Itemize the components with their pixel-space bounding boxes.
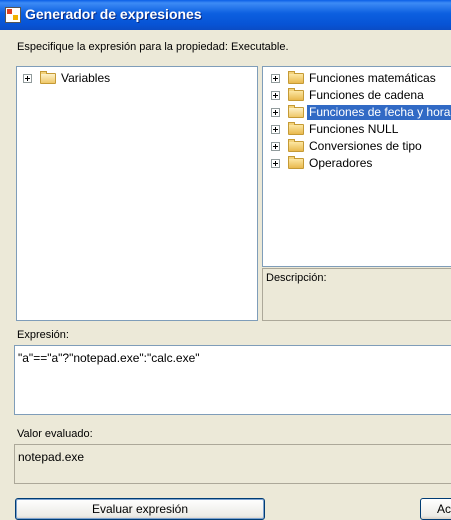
- tree-item-string-functions[interactable]: Funciones de cadena: [263, 87, 451, 103]
- tree-item-datetime-functions[interactable]: Funciones de fecha y hora: [263, 104, 451, 120]
- evaluate-expression-button[interactable]: Evaluar expresión: [15, 498, 265, 520]
- folder-icon: [288, 88, 304, 101]
- description-label: Descripción:: [266, 272, 327, 284]
- functions-tree[interactable]: Funciones matemáticas Funciones de caden…: [262, 66, 451, 267]
- evaluated-value: notepad.exe: [18, 450, 85, 464]
- tree-item-label: Funciones de cadena: [309, 88, 424, 102]
- expression-label: Expresión:: [17, 329, 69, 341]
- expand-icon[interactable]: [271, 74, 280, 83]
- tree-item-operators[interactable]: Operadores: [263, 155, 451, 171]
- tree-item-label: Funciones NULL: [309, 122, 399, 136]
- tree-item-type-casts[interactable]: Conversiones de tipo: [263, 138, 451, 154]
- expression-input[interactable]: "a"=="a"?"notepad.exe":"calc.exe": [14, 345, 451, 415]
- tree-item-null-functions[interactable]: Funciones NULL: [263, 121, 451, 137]
- evaluated-label: Valor evaluado:: [17, 428, 93, 440]
- expand-icon[interactable]: [271, 142, 280, 151]
- expand-icon[interactable]: [23, 74, 32, 83]
- tree-item-label: Conversiones de tipo: [309, 139, 422, 153]
- window-title: Generador de expresiones: [25, 6, 202, 22]
- expand-icon[interactable]: [271, 125, 280, 134]
- folder-icon: [288, 122, 304, 135]
- tree-item-label: Funciones de fecha y hora: [307, 105, 451, 120]
- expand-icon[interactable]: [271, 91, 280, 100]
- app-icon: [5, 7, 21, 23]
- tree-item-label: Funciones matemáticas: [309, 71, 436, 85]
- title-bar[interactable]: Generador de expresiones: [0, 0, 451, 30]
- folder-open-icon: [40, 71, 56, 84]
- description-panel: Descripción:: [262, 268, 451, 321]
- expression-text: "a"=="a"?"notepad.exe":"calc.exe": [18, 351, 200, 365]
- folder-icon: [288, 156, 304, 169]
- evaluated-value-box: notepad.exe: [14, 444, 451, 484]
- tree-item-variables[interactable]: Variables: [17, 70, 253, 86]
- tree-item-label: Variables: [61, 71, 111, 85]
- tree-item-label: Operadores: [309, 156, 373, 170]
- tree-item-math-functions[interactable]: Funciones matemáticas: [263, 70, 451, 86]
- expand-icon[interactable]: [271, 159, 280, 168]
- folder-open-icon: [288, 105, 304, 118]
- folder-icon: [288, 71, 304, 84]
- variables-tree[interactable]: Variables: [16, 66, 258, 321]
- folder-icon: [288, 139, 304, 152]
- accept-button[interactable]: Ac: [420, 498, 451, 520]
- instruction-label: Especifique la expresión para la propied…: [17, 41, 289, 53]
- expand-icon[interactable]: [271, 108, 280, 117]
